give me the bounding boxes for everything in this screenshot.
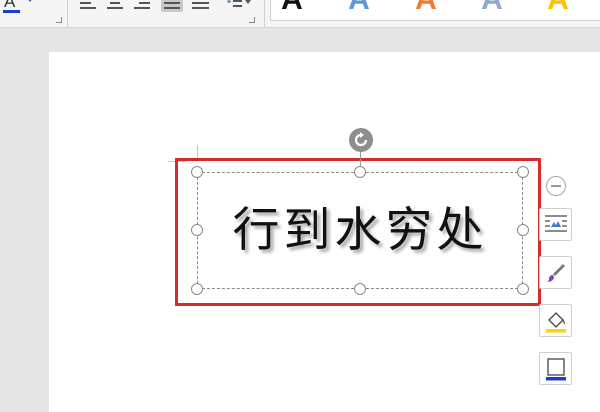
distributed-button[interactable] [190, 0, 212, 12]
line-spacing-button[interactable]: ⇕ [222, 0, 254, 12]
resize-handle-bottom-right[interactable] [517, 283, 529, 295]
justify-button[interactable] [161, 0, 183, 12]
align-right-button[interactable] [132, 0, 154, 12]
wordart-styles-gallery: A A A A A [270, 0, 600, 21]
font-color-bar [3, 10, 20, 13]
resize-handle-left[interactable] [191, 224, 203, 236]
group-divider [67, 0, 68, 27]
paintbrush-icon [547, 264, 565, 282]
shape-fill-button[interactable] [539, 304, 572, 337]
shape-outline-button[interactable] [539, 352, 572, 385]
collapse-toolbar-button[interactable] [546, 176, 566, 196]
font-color-button[interactable]: A [2, 0, 38, 13]
wordart-style-1[interactable]: A [275, 0, 309, 15]
resize-handle-top-right[interactable] [517, 166, 529, 178]
wordart-style-2[interactable]: A [342, 0, 376, 15]
ribbon-toolbar: A ⇕ A A A A A [0, 0, 600, 28]
resize-handle-top-left[interactable] [191, 166, 203, 178]
font-group-launcher-icon[interactable] [56, 17, 62, 23]
resize-handle-top[interactable] [354, 166, 366, 178]
resize-handle-right[interactable] [517, 224, 529, 236]
shape-style-button[interactable] [539, 256, 572, 289]
minus-icon [551, 185, 561, 187]
group-divider [264, 0, 265, 27]
align-center-button[interactable] [105, 0, 127, 12]
rotate-icon[interactable] [349, 128, 373, 152]
resize-handle-bottom[interactable] [354, 283, 366, 295]
wordart-style-3[interactable]: A [409, 0, 443, 15]
chevron-down-icon [245, 0, 251, 4]
layout-options-button[interactable] [539, 208, 572, 241]
align-left-button[interactable] [78, 0, 100, 12]
text-wrap-icon [545, 215, 567, 232]
paragraph-group-launcher-icon[interactable] [249, 17, 255, 23]
fill-bucket-icon [546, 312, 566, 333]
wordart-style-4[interactable]: A [475, 0, 509, 15]
outline-icon [546, 358, 566, 381]
wordart-style-5[interactable]: A [541, 0, 575, 15]
wordart-text[interactable]: 行到水穷处 [197, 186, 523, 276]
resize-handle-bottom-left[interactable] [191, 283, 203, 295]
chevron-down-icon [27, 0, 33, 2]
margin-crop-mark [197, 145, 198, 159]
